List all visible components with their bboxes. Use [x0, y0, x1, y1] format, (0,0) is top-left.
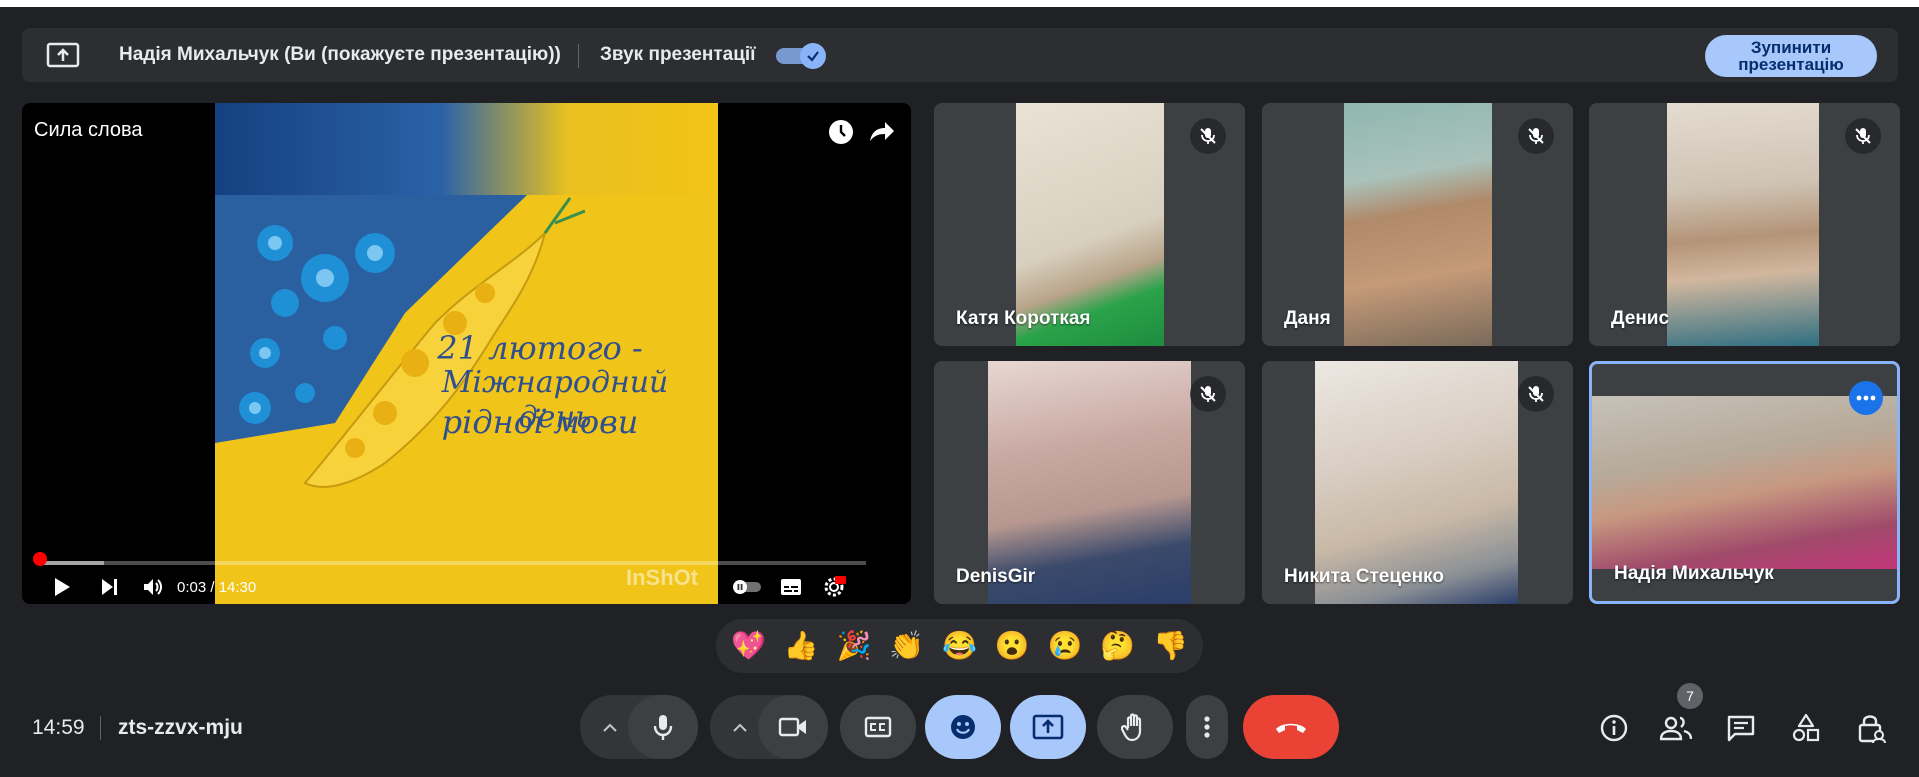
- more-options-button[interactable]: [1849, 381, 1883, 415]
- people-icon: [1660, 716, 1692, 741]
- meeting-code[interactable]: zts-zzvx-mju: [118, 716, 243, 740]
- reaction-crying[interactable]: 😢: [1042, 623, 1088, 669]
- presenter-title: Надія Михальчук (Ви (покажуєте презентац…: [119, 44, 561, 65]
- leave-call-button[interactable]: [1243, 695, 1339, 759]
- video-feed: [1667, 103, 1819, 346]
- activities-shapes-icon: [1792, 713, 1820, 742]
- participants-count-badge: 7: [1677, 683, 1703, 709]
- progress-bar[interactable]: [36, 561, 866, 565]
- next-icon[interactable]: [100, 577, 120, 597]
- presentation-sound-toggle[interactable]: [774, 41, 828, 69]
- participant-tile-self[interactable]: Надія Михальчук: [1589, 361, 1900, 604]
- present-screen-icon: [46, 42, 80, 68]
- video-feed: [1592, 396, 1897, 569]
- reaction-laughing[interactable]: 😂: [936, 623, 982, 669]
- share-icon[interactable]: [866, 117, 896, 147]
- participant-name: Никита Стеценко: [1284, 566, 1444, 587]
- presentation-sound-label: Звук презентації: [600, 44, 756, 65]
- send-reaction-button[interactable]: [925, 695, 1001, 759]
- check-icon: [800, 43, 826, 69]
- subtitles-icon[interactable]: [780, 577, 802, 597]
- video-time: 0:03 / 14:30: [177, 579, 257, 596]
- participant-tile[interactable]: Никита Стеценко: [1262, 361, 1573, 604]
- video-feed: [1344, 103, 1492, 346]
- mic-off-icon: [1518, 376, 1554, 412]
- watch-later-icon[interactable]: [826, 117, 856, 147]
- present-to-all-icon: [1032, 714, 1064, 740]
- progress-scrubber[interactable]: [33, 552, 47, 566]
- activities-button[interactable]: [1790, 712, 1822, 744]
- chat-button[interactable]: [1725, 712, 1757, 744]
- mic-options-chevron-icon[interactable]: [598, 715, 622, 739]
- play-icon[interactable]: [52, 577, 72, 597]
- meeting-clock: 14:59: [32, 716, 85, 739]
- mic-off-icon: [1190, 376, 1226, 412]
- microphone-icon: [653, 715, 673, 740]
- banner-divider: [578, 44, 579, 68]
- participant-name: Денис: [1611, 308, 1670, 329]
- participant-tile[interactable]: Даня: [1262, 103, 1573, 346]
- bottom-divider: [100, 716, 101, 740]
- meeting-details-button[interactable]: [1598, 712, 1630, 744]
- camera-button[interactable]: [758, 695, 828, 759]
- hand-icon: [1121, 713, 1142, 742]
- reaction-thumbs-down[interactable]: 👎: [1148, 623, 1194, 669]
- stop-presenting-button[interactable]: Зупинити презентацію: [1705, 35, 1877, 77]
- chat-icon: [1727, 715, 1755, 742]
- emoji-icon: [951, 715, 975, 739]
- volume-icon[interactable]: [142, 576, 164, 598]
- people-button[interactable]: [1660, 712, 1692, 744]
- participant-name: Даня: [1284, 308, 1331, 329]
- reaction-sparkling-heart[interactable]: 💖: [725, 623, 771, 669]
- reactions-bar: 💖 👍 🎉 👏 😂 😮 😢 🤔 👎: [716, 619, 1203, 673]
- mic-off-icon: [1845, 118, 1881, 154]
- participant-name: Катя Короткая: [956, 308, 1091, 329]
- participant-tile[interactable]: DenisGir: [934, 361, 1245, 604]
- present-now-button[interactable]: [1010, 695, 1086, 759]
- microphone-button[interactable]: [628, 695, 698, 759]
- more-options-button[interactable]: [1186, 695, 1228, 759]
- more-horiz-icon: [1856, 395, 1876, 401]
- closed-captions-icon: [864, 716, 892, 738]
- slide-text-line3: рідної мови: [441, 403, 639, 441]
- info-icon: [1600, 714, 1628, 742]
- reaction-thumbs-up[interactable]: 👍: [778, 623, 824, 669]
- watermark-text: InShOt: [626, 565, 699, 590]
- reaction-surprised[interactable]: 😮: [989, 623, 1035, 669]
- settings-hd-icon[interactable]: [822, 575, 846, 599]
- reaction-clapping[interactable]: 👏: [884, 623, 930, 669]
- mic-off-icon: [1518, 118, 1554, 154]
- participant-name: Надія Михальчук: [1614, 563, 1774, 584]
- mic-off-icon: [1190, 118, 1226, 154]
- video-title[interactable]: Сила слова: [34, 119, 143, 142]
- autoplay-toggle-icon[interactable]: [732, 579, 762, 595]
- more-vert-icon: [1204, 716, 1210, 738]
- presentation-banner: Надія Михальчук (Ви (покажуєте презентац…: [22, 28, 1898, 82]
- reaction-thinking[interactable]: 🤔: [1095, 623, 1141, 669]
- participant-tile[interactable]: Катя Короткая: [934, 103, 1245, 346]
- video-player[interactable]: 21 лютого - Міжнародний день рідної мови…: [22, 103, 911, 604]
- videocam-icon: [778, 717, 806, 737]
- raise-hand-button[interactable]: [1097, 695, 1173, 759]
- camera-options-chevron-icon[interactable]: [728, 715, 752, 739]
- reaction-party-popper[interactable]: 🎉: [831, 623, 877, 669]
- participant-name: DenisGir: [956, 566, 1036, 587]
- top-edge: [0, 0, 1919, 7]
- video-frame: 21 лютого - Міжнародний день рідної мови: [215, 103, 718, 604]
- host-controls-button[interactable]: [1855, 712, 1887, 744]
- slide-text-line1: 21 лютого -: [437, 329, 643, 367]
- call-end-icon: [1276, 723, 1306, 733]
- captions-button[interactable]: [840, 695, 916, 759]
- participant-tile[interactable]: Денис: [1589, 103, 1900, 346]
- lock-person-icon: [1858, 715, 1886, 744]
